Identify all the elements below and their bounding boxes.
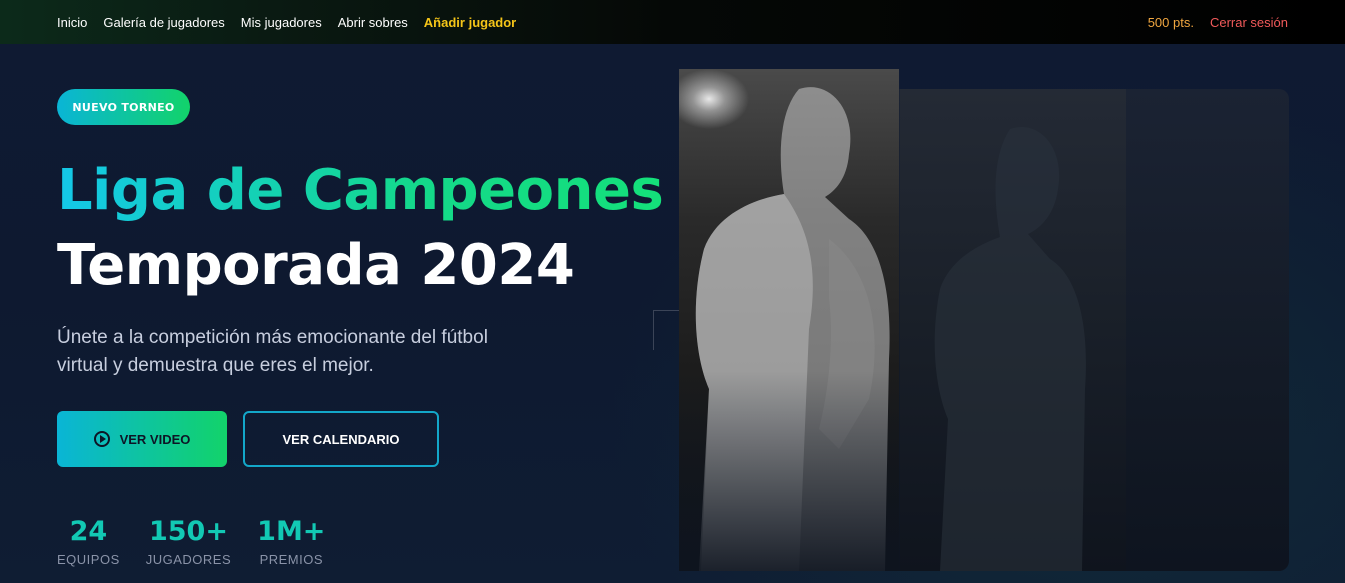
stat-value: 150+ — [148, 516, 228, 547]
watch-video-label: VER VIDEO — [119, 431, 191, 447]
nav-links: Inicio Galería de jugadores Mis jugadore… — [57, 15, 516, 30]
player-image-reflection — [900, 89, 1126, 571]
stat-teams: 24 EQUIPOS — [57, 516, 120, 567]
hero-title-line1: Liga de Campeones — [57, 158, 664, 223]
top-navbar: Inicio Galería de jugadores Mis jugadore… — [0, 0, 1345, 44]
stat-prizes: 1M+ PREMIOS — [257, 516, 325, 567]
nav-user-area: 500 pts. Cerrar sesión — [1148, 15, 1288, 30]
nav-link-anadir-jugador[interactable]: Añadir jugador — [424, 15, 516, 30]
player-silhouette-ghost — [934, 127, 1086, 571]
nav-link-mis-jugadores[interactable]: Mis jugadores — [241, 15, 322, 30]
hero-stats: 24 EQUIPOS 150+ JUGADORES 1M+ PREMIOS — [57, 516, 325, 567]
page: Inicio Galería de jugadores Mis jugadore… — [0, 0, 1345, 583]
stat-value: 1M+ — [257, 516, 326, 547]
watch-video-button[interactable]: VER VIDEO — [57, 411, 227, 467]
hero-title-line2: Temporada 2024 — [57, 233, 575, 298]
stat-value: 24 — [69, 516, 108, 547]
view-calendar-label: VER CALENDARIO — [282, 431, 400, 447]
view-calendar-button[interactable]: VER CALENDARIO — [243, 411, 439, 467]
play-circle-icon — [93, 431, 110, 447]
points-balance: 500 pts. — [1147, 14, 1194, 30]
nav-link-inicio[interactable]: Inicio — [57, 15, 87, 30]
decorative-frame — [653, 310, 680, 350]
player-photo — [679, 69, 899, 571]
nav-link-galeria[interactable]: Galería de jugadores — [103, 15, 224, 30]
hero-description: Únete a la competición más emocionante d… — [57, 327, 488, 376]
stat-label: JUGADORES — [145, 552, 232, 567]
stat-players: 150+ JUGADORES — [146, 516, 231, 567]
logout-link[interactable]: Cerrar sesión — [1210, 15, 1288, 30]
stat-label: PREMIOS — [259, 552, 324, 567]
new-tournament-badge: NUEVO TORNEO — [57, 89, 190, 125]
stat-label: EQUIPOS — [57, 552, 120, 567]
photo-gradient-overlay — [679, 371, 899, 571]
nav-link-abrir-sobres[interactable]: Abrir sobres — [338, 15, 408, 30]
